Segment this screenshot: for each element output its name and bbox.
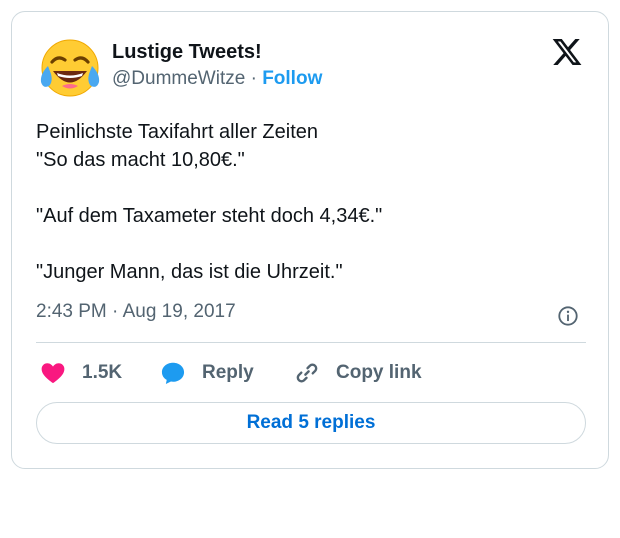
heart-icon — [41, 363, 65, 384]
tweet-line: "So das macht 10,80€." — [36, 149, 245, 171]
avatar[interactable] — [38, 36, 102, 100]
tweet-text: Peinlichste Taxifahrt aller Zeiten "So d… — [36, 118, 586, 286]
tweet-card: Lustige Tweets! @DummeWitze · Follow Pei… — [11, 11, 609, 469]
copy-link-label: Copy link — [336, 362, 422, 383]
x-logo-icon[interactable] — [551, 36, 583, 68]
author-handle[interactable]: @DummeWitze — [112, 68, 245, 89]
follow-button[interactable]: Follow — [262, 68, 322, 89]
tweet-line: "Junger Mann, das ist die Uhrzeit." — [36, 261, 343, 283]
reply-bubble-icon — [161, 362, 185, 385]
copy-link-button[interactable]: Copy link — [294, 358, 422, 388]
face-with-tears-of-joy-icon — [40, 39, 100, 97]
like-button[interactable]: 1.5K — [40, 358, 122, 388]
action-bar: 1.5K Reply Copy link — [36, 358, 586, 388]
like-count: 1.5K — [82, 362, 123, 383]
link-icon — [296, 363, 318, 383]
tweet-line: Peinlichste Taxifahrt aller Zeiten — [36, 121, 318, 143]
tweet-line: "Auf dem Taxameter steht doch 4,34€." — [36, 205, 383, 227]
divider — [36, 342, 586, 343]
reply-button[interactable]: Reply — [160, 358, 254, 388]
tweet-timestamp[interactable]: 2:43 PM · Aug 19, 2017 — [36, 301, 236, 323]
info-icon[interactable] — [557, 305, 579, 327]
author-handle-row: @DummeWitze · Follow — [112, 68, 322, 90]
reply-label: Reply — [202, 362, 254, 383]
read-replies-button[interactable]: Read 5 replies — [36, 402, 586, 444]
author-display-name[interactable]: Lustige Tweets! — [112, 41, 262, 64]
separator: · — [245, 68, 263, 89]
